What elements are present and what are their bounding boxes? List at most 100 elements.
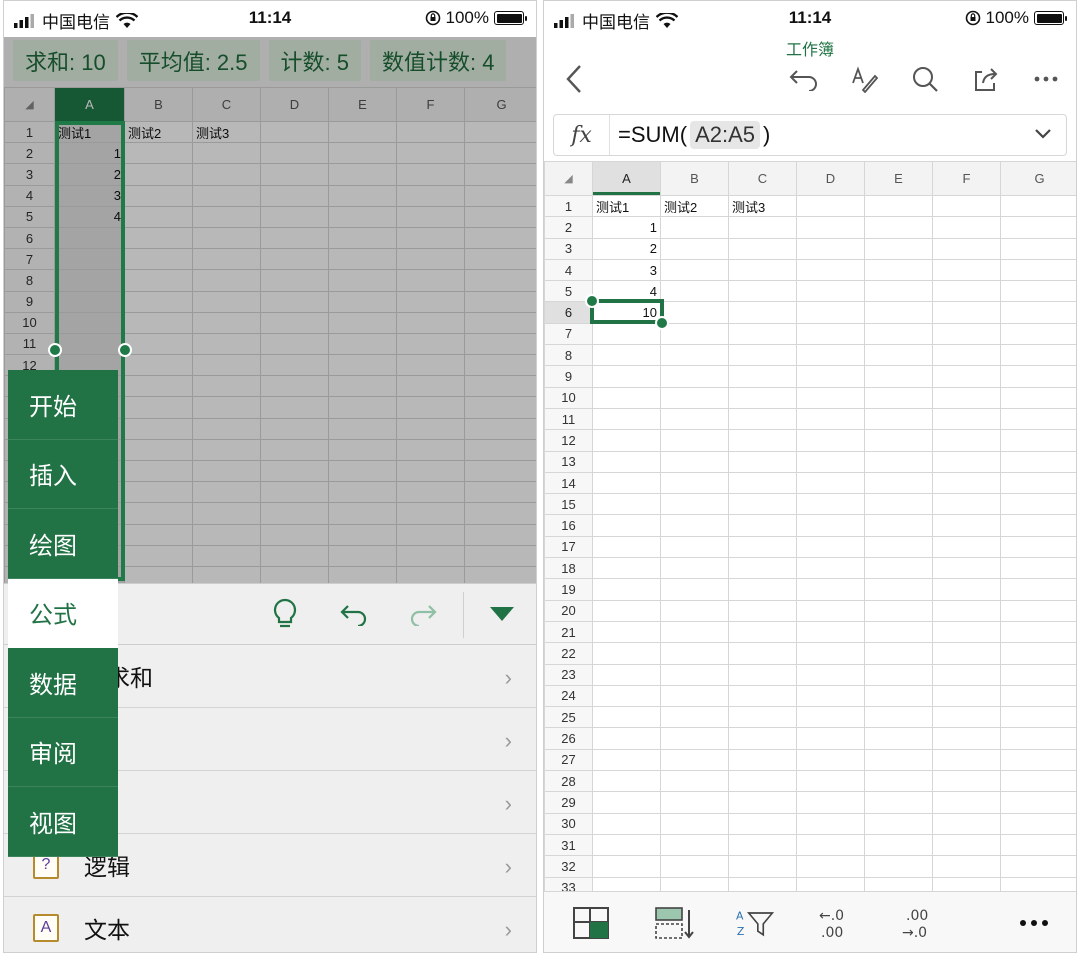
cell-a3[interactable]: 2 [592, 237, 661, 260]
row-header[interactable]: 24 [544, 684, 593, 708]
column-header-d[interactable]: D [260, 87, 329, 122]
formula-input[interactable]: =SUM( A2:A5 ) [610, 121, 770, 149]
selection-handle[interactable] [585, 294, 599, 308]
row-header[interactable]: 7 [544, 322, 593, 346]
row-header[interactable]: 7 [4, 248, 55, 271]
row-header[interactable]: 6 [4, 226, 55, 250]
cell-a1[interactable]: 测试1 [54, 120, 125, 144]
stat-count[interactable]: 计数: 5 [268, 40, 361, 81]
cell-a4[interactable]: 3 [54, 184, 125, 207]
row-header[interactable]: 10 [544, 386, 593, 409]
column-header-e[interactable]: E [328, 87, 397, 122]
select-all-corner[interactable]: ◢ [544, 161, 593, 196]
row-header[interactable]: 23 [544, 663, 593, 686]
row-header[interactable]: 14 [544, 471, 593, 495]
search-icon[interactable] [907, 61, 943, 97]
cell-a3[interactable]: 2 [54, 163, 125, 186]
cell-a5[interactable]: 4 [54, 205, 125, 228]
stat-sum[interactable]: 求和: 10 [13, 40, 118, 81]
ribbon-tab-data[interactable]: 数据 [8, 648, 118, 718]
row-header[interactable]: 2 [544, 216, 593, 239]
ribbon-tab-home[interactable]: 开始 [8, 370, 118, 440]
undo-icon[interactable] [786, 61, 822, 97]
stat-numeric-count[interactable]: 数值计数: 4 [369, 40, 507, 81]
cell-a5[interactable]: 4 [592, 280, 661, 303]
cell-a6-active[interactable]: 10 [592, 301, 661, 324]
draw-pen-icon[interactable] [846, 61, 882, 97]
share-icon[interactable] [968, 61, 1004, 97]
column-header-b[interactable]: B [660, 161, 729, 196]
column-header-f[interactable]: F [396, 87, 465, 122]
column-header-d[interactable]: D [796, 161, 865, 196]
row-header[interactable]: 30 [544, 812, 593, 835]
ribbon-tab-insert[interactable]: 插入 [8, 440, 118, 509]
cell-c1[interactable]: 测试3 [728, 194, 797, 218]
row-header[interactable]: 11 [544, 407, 593, 431]
formula-range-reference[interactable]: A2:A5 [690, 121, 760, 149]
row-header[interactable]: 31 [544, 833, 593, 857]
row-header[interactable]: 11 [4, 332, 55, 356]
chevron-down-icon[interactable] [1034, 124, 1052, 149]
row-header[interactable]: 8 [544, 344, 593, 367]
row-header[interactable]: 26 [544, 727, 593, 750]
row-header[interactable]: 17 [544, 535, 593, 559]
row-header[interactable]: 32 [544, 855, 593, 878]
row-header[interactable]: 12 [544, 429, 593, 452]
row-header[interactable]: 19 [544, 578, 593, 601]
more-icon[interactable] [1028, 61, 1064, 97]
select-all-corner[interactable]: ◢ [4, 87, 55, 122]
cell-b1[interactable]: 测试2 [124, 120, 193, 144]
decrease-decimal-icon[interactable]: ←.0.00 [819, 903, 859, 943]
column-header-b[interactable]: B [124, 87, 193, 122]
column-header-e[interactable]: E [864, 161, 933, 196]
back-icon[interactable] [556, 61, 592, 97]
row-header[interactable]: 3 [4, 163, 55, 186]
more-icon[interactable] [1014, 903, 1054, 943]
cell-a2[interactable]: 1 [592, 216, 661, 239]
row-header[interactable]: 1 [544, 194, 593, 218]
row-header[interactable]: 29 [544, 791, 593, 814]
column-header-a[interactable]: A [54, 87, 125, 122]
undo-icon[interactable] [336, 596, 372, 632]
row-header[interactable]: 27 [544, 748, 593, 772]
row-header[interactable]: 9 [4, 290, 55, 313]
row-header[interactable]: 20 [544, 599, 593, 622]
row-header[interactable]: 5 [4, 205, 55, 228]
selection-handle[interactable] [118, 343, 132, 357]
row-header[interactable]: 8 [4, 269, 55, 292]
row-header[interactable]: 2 [4, 142, 55, 165]
column-header-c[interactable]: C [192, 87, 261, 122]
sort-filter-icon[interactable]: AZ [736, 903, 776, 943]
cell-a1[interactable]: 测试1 [592, 194, 661, 218]
row-header[interactable]: 1 [4, 120, 55, 144]
row-header[interactable]: 15 [544, 493, 593, 516]
row-header[interactable]: 18 [544, 557, 593, 580]
cell-c1[interactable]: 测试3 [192, 120, 261, 144]
collapse-ribbon-icon[interactable] [484, 596, 520, 632]
ribbon-tab-view[interactable]: 视图 [8, 787, 118, 857]
ribbon-tab-review[interactable]: 审阅 [8, 718, 118, 787]
lightbulb-icon[interactable] [267, 596, 303, 632]
selection-handle[interactable] [48, 343, 62, 357]
row-header[interactable]: 25 [544, 706, 593, 729]
row-header[interactable]: 4 [4, 184, 55, 207]
table-format-icon[interactable] [571, 903, 611, 943]
spreadsheet-grid[interactable]: ◢ A B C D E F G 1 测试1 测试2 测试3 21 32 43 54 6… [544, 161, 1076, 893]
function-icon[interactable]: fx [554, 115, 610, 155]
column-header-g[interactable]: G [1000, 161, 1076, 196]
column-header-c[interactable]: C [728, 161, 797, 196]
stat-average[interactable]: 平均值: 2.5 [126, 40, 260, 81]
insert-rows-icon[interactable] [654, 903, 694, 943]
formula-bar[interactable]: fx =SUM( A2:A5 ) [553, 114, 1067, 156]
row-header[interactable]: 16 [544, 514, 593, 537]
row-header[interactable]: 10 [4, 311, 55, 334]
column-header-f[interactable]: F [932, 161, 1001, 196]
cell-a2[interactable]: 1 [54, 142, 125, 165]
row-header[interactable]: 22 [544, 642, 593, 665]
row-header[interactable]: 9 [544, 365, 593, 388]
cell-b1[interactable]: 测试2 [660, 194, 729, 218]
row-header[interactable]: 4 [544, 258, 593, 282]
row-header[interactable]: 3 [544, 237, 593, 260]
row-header[interactable]: 28 [544, 770, 593, 793]
ribbon-tab-formulas[interactable]: 公式 [8, 578, 118, 648]
